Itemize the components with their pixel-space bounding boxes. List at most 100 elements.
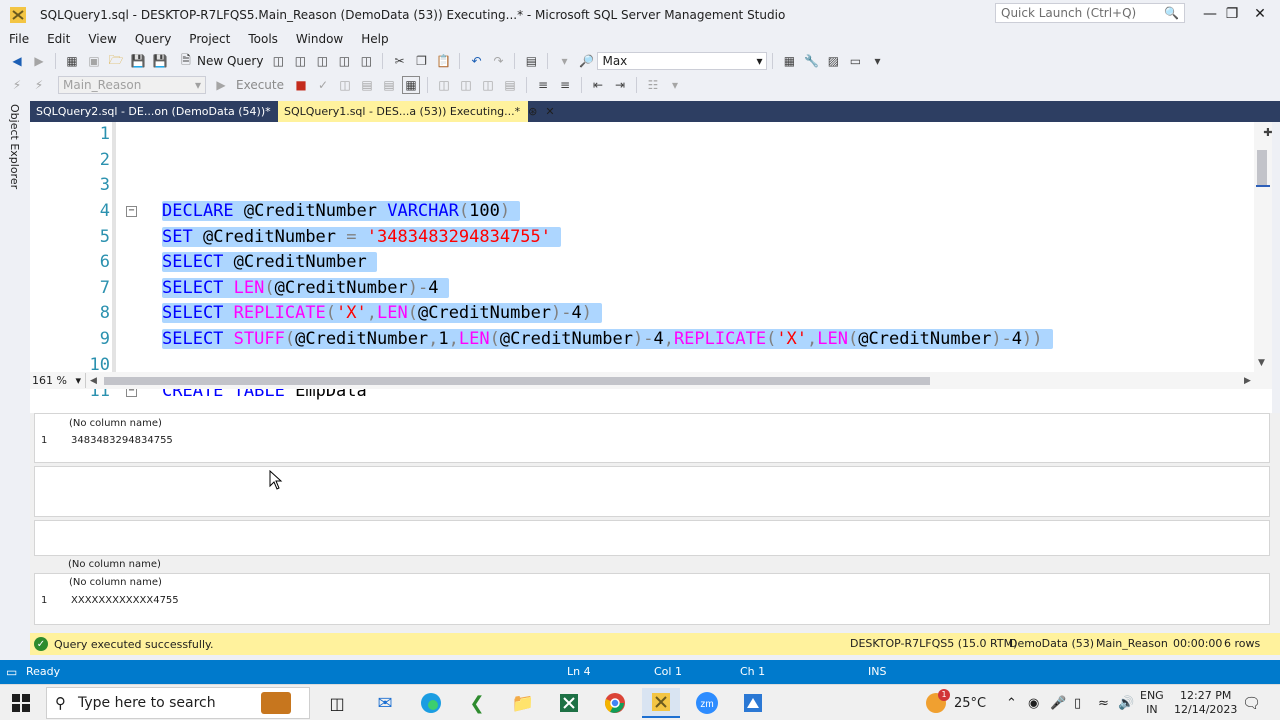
notifications-icon[interactable]: 🗨	[1242, 685, 1261, 720]
column-header[interactable]: (No column name)	[69, 577, 162, 588]
query-editor[interactable]: 1 2 3 4 − DECLARE @CreditNumber VARCHAR(…	[30, 122, 1272, 372]
tab-sqlquery2[interactable]: SQLQuery2.sql - DE...on (DemoData (54))*	[30, 101, 278, 122]
specify-template-values-icon[interactable]: ☷	[644, 76, 662, 94]
pin-icon[interactable]: ⊛	[528, 105, 537, 118]
ssms-taskbar-icon[interactable]	[642, 688, 680, 718]
cancel-query-stop-icon[interactable]: ■	[292, 76, 310, 94]
menu-view[interactable]: View	[79, 32, 125, 46]
find-icon[interactable]: 🔎	[577, 52, 595, 70]
display-plan-icon[interactable]: ◫	[336, 76, 354, 94]
mdx-query-icon[interactable]: ◫	[291, 52, 309, 70]
file-explorer-icon[interactable]: 📁	[504, 688, 542, 718]
undo-icon[interactable]: ↶	[467, 52, 485, 70]
redo-icon[interactable]: ↷	[489, 52, 507, 70]
change-connection-icon[interactable]: ⚡	[30, 76, 48, 94]
task-view-icon[interactable]: ◫	[318, 688, 356, 718]
result-grid-2[interactable]	[34, 466, 1270, 517]
close-icon[interactable]: ✕	[545, 105, 554, 118]
query-options-icon[interactable]: ▤	[358, 76, 376, 94]
output-window-icon[interactable]: ▭	[846, 52, 864, 70]
activity-monitor-icon[interactable]: ▤	[522, 52, 540, 70]
collapse-icon[interactable]: −	[126, 206, 137, 217]
toolbox-icon[interactable]: ▨	[824, 52, 842, 70]
column-header[interactable]: (No column name)	[69, 418, 162, 429]
scroll-right-icon[interactable]: ▶	[1244, 376, 1251, 386]
decrease-indent-icon[interactable]: ⇤	[589, 76, 607, 94]
live-stats-icon[interactable]: ◫	[457, 76, 475, 94]
close-button[interactable]: ✕	[1240, 0, 1280, 28]
show-hidden-icons-icon[interactable]: ⌃	[1006, 685, 1017, 720]
windows-start-icon[interactable]	[12, 694, 30, 712]
properties-wrench-icon[interactable]: 🔧	[802, 52, 820, 70]
open-folder-icon[interactable]: 🗁	[107, 52, 125, 70]
forward-icon[interactable]: ▶	[30, 52, 48, 70]
results-to-text-icon[interactable]: ▤	[501, 76, 519, 94]
weather-widget[interactable]: 1 25°C	[926, 685, 986, 720]
tab-sqlquery1[interactable]: SQLQuery1.sql - DES...a (53)) Executing.…	[278, 101, 555, 122]
horizontal-scroll-thumb[interactable]	[104, 377, 930, 385]
zoom-select[interactable]: 161 % ▾	[30, 373, 86, 388]
paint-icon[interactable]	[734, 688, 772, 718]
result-cell[interactable]: 3483483294834755	[71, 435, 173, 446]
save-icon[interactable]: 💾	[129, 52, 147, 70]
solution-config-select[interactable]: Max ▾	[597, 52, 768, 70]
meet-now-icon[interactable]: ◉	[1028, 685, 1039, 720]
menu-tools[interactable]: Tools	[239, 32, 287, 46]
menu-file[interactable]: File	[0, 32, 38, 46]
mail-icon[interactable]: ✉	[366, 688, 404, 718]
increase-indent-icon[interactable]: ⇥	[611, 76, 629, 94]
paste-icon[interactable]: 📋	[434, 52, 452, 70]
intellisense-icon[interactable]: ▤	[380, 76, 398, 94]
results-to-grid-icon[interactable]: ▦	[402, 76, 420, 94]
parse-checkmark-icon[interactable]: ✓	[314, 76, 332, 94]
menu-query[interactable]: Query	[126, 32, 180, 46]
new-query-button[interactable]: 🗎 New Query	[175, 52, 263, 70]
include-plan-icon[interactable]: ◫	[435, 76, 453, 94]
quick-launch-input[interactable]: Quick Launch (Ctrl+Q) 🔍	[995, 3, 1185, 23]
customize-toolbar-icon[interactable]: ▾	[666, 76, 684, 94]
battery-icon[interactable]: ▯	[1074, 685, 1081, 720]
available-databases-select[interactable]: Main_Reason ▾	[58, 76, 206, 94]
add-item-icon[interactable]: ▣	[85, 52, 103, 70]
cut-icon[interactable]: ✂	[390, 52, 408, 70]
db-engine-query-icon[interactable]: ◫	[269, 52, 287, 70]
excel-icon[interactable]	[550, 688, 588, 718]
clock[interactable]: 12:27 PM 12/14/2023	[1174, 685, 1237, 720]
dax-query-icon[interactable]: ◫	[357, 52, 375, 70]
xmla-query-icon[interactable]: ◫	[335, 52, 353, 70]
zoom-app-icon[interactable]: zm	[688, 688, 726, 718]
object-explorer-tab[interactable]: Object Explorer	[8, 104, 21, 189]
client-stats-icon[interactable]: ◫	[479, 76, 497, 94]
new-project-icon[interactable]: ▦	[63, 52, 81, 70]
copy-icon[interactable]: ❐	[412, 52, 430, 70]
comment-out-icon[interactable]: ≡	[534, 76, 552, 94]
scroll-down-icon[interactable]: ▼	[1258, 358, 1265, 368]
dropdown-arrow-icon[interactable]: ▾	[555, 52, 573, 70]
execute-button[interactable]: Execute	[236, 78, 284, 92]
result-grid-4[interactable]: (No column name)	[34, 558, 1270, 572]
menu-help[interactable]: Help	[352, 32, 397, 46]
result-grid-1[interactable]: (No column name) 1 3483483294834755	[34, 413, 1270, 463]
row-number[interactable]: 1	[41, 435, 47, 446]
edge-browser-icon[interactable]	[412, 688, 450, 718]
dmx-query-icon[interactable]: ◫	[313, 52, 331, 70]
menu-project[interactable]: Project	[180, 32, 239, 46]
split-plus-icon[interactable]: ✚	[1259, 123, 1277, 141]
language-indicator[interactable]: ENG IN	[1140, 685, 1164, 720]
save-all-icon[interactable]: 💾	[151, 52, 169, 70]
menu-edit[interactable]: Edit	[38, 32, 79, 46]
row-number[interactable]: 1	[41, 595, 47, 606]
scroll-left-icon[interactable]: ◀	[90, 376, 97, 386]
customize-toolbar-icon[interactable]: ▾	[868, 52, 886, 70]
microphone-icon[interactable]: 🎤	[1050, 685, 1066, 720]
back-icon[interactable]: ◀	[8, 52, 26, 70]
registered-servers-icon[interactable]: ▦	[780, 52, 798, 70]
result-grid-5[interactable]: (No column name) 1 XXXXXXXXXXXX4755	[34, 573, 1270, 625]
result-grid-3[interactable]	[34, 520, 1270, 556]
menu-window[interactable]: Window	[287, 32, 352, 46]
column-header[interactable]: (No column name)	[68, 559, 161, 570]
connect-icon[interactable]: ⚡	[8, 76, 26, 94]
uncomment-icon[interactable]: ≡	[556, 76, 574, 94]
taskbar-search-input[interactable]: ⚲ Type here to search	[46, 687, 310, 719]
visual-studio-code-icon[interactable]: ❮	[458, 688, 496, 718]
